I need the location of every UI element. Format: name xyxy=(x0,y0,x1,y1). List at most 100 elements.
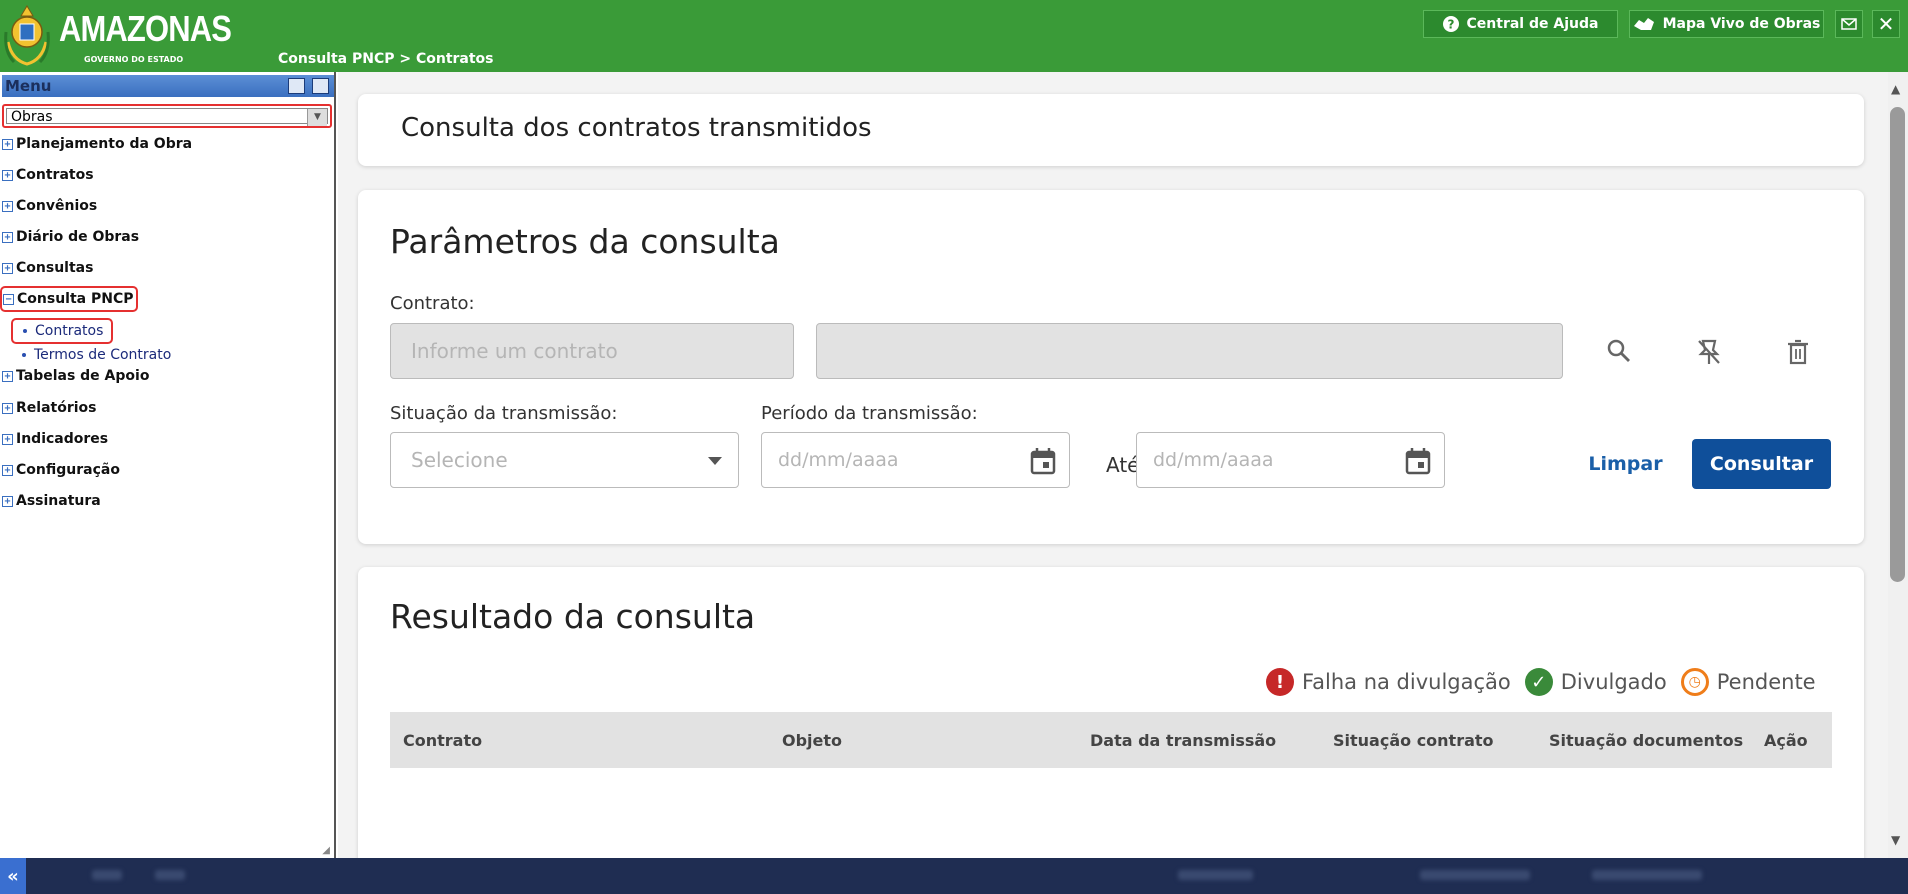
params-title: Parâmetros da consulta xyxy=(390,222,780,261)
sidebar-item-planejamento[interactable]: + Planejamento da Obra xyxy=(2,134,192,154)
consult-button[interactable]: Consultar xyxy=(1692,439,1831,489)
redacted-info xyxy=(1420,870,1530,880)
calendar-icon[interactable] xyxy=(1030,447,1056,475)
expand-left-icon[interactable]: « xyxy=(0,858,26,894)
close-button[interactable]: ✕ xyxy=(1872,10,1900,38)
help-center-label: Central de Ajuda xyxy=(1466,16,1599,32)
sidebar-item-label: Planejamento da Obra xyxy=(16,136,193,152)
expand-icon[interactable]: + xyxy=(2,370,13,382)
bullet-icon xyxy=(22,353,26,357)
results-table-header: Contrato Objeto Data da transmissão Situ… xyxy=(390,712,1832,768)
redacted-info xyxy=(92,870,122,880)
trash-icon[interactable] xyxy=(1786,338,1810,366)
module-select-value: Obras xyxy=(11,109,53,125)
amazonas-logo[interactable]: AMAZONAS GOVERNO DO ESTADO xyxy=(2,2,232,70)
menu-title: Menu xyxy=(5,77,52,95)
sidebar-item-label: Tabelas de Apoio xyxy=(16,368,150,384)
expand-icon[interactable]: + xyxy=(2,138,13,150)
sidebar: Menu Obras ▼ + Planejamento da Obra + Cont… xyxy=(0,72,336,858)
sidebar-item-diario-de-obras[interactable]: + Diário de Obras xyxy=(2,227,139,247)
live-map-button[interactable]: Mapa Vivo de Obras xyxy=(1629,10,1824,38)
expand-icon[interactable]: + xyxy=(2,433,13,445)
breadcrumb: Consulta PNCP > Contratos xyxy=(278,51,494,67)
expand-icon[interactable]: + xyxy=(2,464,13,476)
expand-icon[interactable]: + xyxy=(2,169,13,181)
help-center-button[interactable]: ? Central de Ajuda xyxy=(1423,10,1618,38)
chevron-down-icon xyxy=(708,457,722,465)
col-situacao-documentos[interactable]: Situação documentos xyxy=(1549,731,1743,750)
col-acao: Ação xyxy=(1764,731,1808,750)
contract-description-input[interactable] xyxy=(816,323,1563,379)
sidebar-item-label: Indicadores xyxy=(16,431,109,447)
date-from-input[interactable]: dd/mm/aaaa xyxy=(761,432,1070,488)
expand-icon[interactable]: + xyxy=(2,200,13,212)
scroll-up-icon[interactable]: ▲ xyxy=(1891,82,1900,96)
date-to-input[interactable]: dd/mm/aaaa xyxy=(1136,432,1445,488)
col-contrato[interactable]: Contrato xyxy=(403,731,482,750)
sidebar-item-convenios[interactable]: + Convênios xyxy=(2,196,97,216)
sidebar-item-consulta-pncp[interactable]: − Consulta PNCP xyxy=(0,286,139,312)
sidebar-item-label: Diário de Obras xyxy=(16,229,140,245)
sidebar-item-assinatura[interactable]: + Assinatura xyxy=(2,491,101,511)
expand-icon[interactable]: + xyxy=(2,402,13,414)
sidebar-subitem-contratos[interactable]: Contratos xyxy=(11,318,114,344)
collapse-icon[interactable]: − xyxy=(3,293,14,305)
until-label: Até xyxy=(1106,453,1140,477)
state-crest-icon xyxy=(4,5,50,66)
clear-button[interactable]: Limpar xyxy=(1568,439,1683,489)
sidebar-item-label: Relatórios xyxy=(16,400,97,416)
detach-menu-icon[interactable] xyxy=(312,78,329,94)
contract-code-input[interactable]: Informe um contrato xyxy=(390,323,794,379)
legend-failure: Falha na divulgação xyxy=(1302,670,1511,694)
sidebar-item-relatorios[interactable]: + Relatórios xyxy=(2,398,97,418)
sidebar-item-label: Assinatura xyxy=(16,493,101,509)
legend-published: Divulgado xyxy=(1560,670,1667,694)
close-icon: ✕ xyxy=(1877,12,1895,36)
top-bar: AMAZONAS GOVERNO DO ESTADO Consulta PNCP… xyxy=(0,0,1908,72)
sidebar-item-tabelas[interactable]: + Tabelas de Apoio xyxy=(2,366,149,386)
situation-select-value: Selecione xyxy=(411,448,508,472)
sidebar-item-label: Configuração xyxy=(16,462,120,478)
check-icon: ✓ xyxy=(1524,668,1553,696)
expand-icon[interactable]: + xyxy=(2,262,13,274)
resize-grip-icon[interactable]: ◢ xyxy=(322,845,330,856)
hand-map-icon xyxy=(1633,18,1654,30)
svg-text:?: ? xyxy=(1447,18,1454,32)
legend: ! Falha na divulgação ✓ Divulgado ◷ Pend… xyxy=(1266,668,1816,696)
exclamation-icon: ! xyxy=(1266,668,1294,696)
mail-icon xyxy=(1841,18,1857,30)
redacted-info xyxy=(1178,870,1253,880)
date-to-placeholder: dd/mm/aaaa xyxy=(1153,449,1274,471)
sidebar-subitem-label: Termos de Contrato xyxy=(34,347,172,363)
chevron-down-icon[interactable]: ▼ xyxy=(307,109,327,126)
sidebar-item-indicadores[interactable]: + Indicadores xyxy=(2,429,108,449)
sidebar-item-consultas[interactable]: + Consultas xyxy=(2,258,93,278)
sidebar-item-configuracao[interactable]: + Configuração xyxy=(2,460,120,480)
unpin-icon[interactable] xyxy=(1696,338,1722,366)
expand-icon[interactable]: + xyxy=(2,231,13,243)
collapse-menu-icon[interactable] xyxy=(288,78,305,94)
search-icon[interactable] xyxy=(1606,338,1632,364)
scroll-down-icon[interactable]: ▼ xyxy=(1891,833,1900,847)
col-situacao-contrato[interactable]: Situação contrato xyxy=(1333,731,1494,750)
sidebar-item-contratos[interactable]: + Contratos xyxy=(2,165,94,185)
situation-select[interactable]: Selecione xyxy=(390,432,739,488)
redacted-info xyxy=(1592,870,1702,880)
expand-icon[interactable]: + xyxy=(2,495,13,507)
sidebar-subitem-termos[interactable]: Termos de Contrato xyxy=(22,346,171,364)
col-data-transmissao[interactable]: Data da transmissão xyxy=(1090,731,1276,750)
sidebar-item-label: Contratos xyxy=(16,167,94,183)
date-from-placeholder: dd/mm/aaaa xyxy=(778,449,899,471)
menu-header: Menu xyxy=(2,75,334,97)
redacted-info xyxy=(155,870,185,880)
sidebar-item-label: Consulta PNCP xyxy=(17,291,134,307)
contract-label: Contrato: xyxy=(390,293,475,314)
mail-button[interactable] xyxy=(1835,10,1863,38)
scroll-thumb[interactable] xyxy=(1890,107,1905,582)
col-objeto[interactable]: Objeto xyxy=(782,731,842,750)
period-label: Período da transmissão: xyxy=(761,403,978,424)
module-select[interactable]: Obras ▼ xyxy=(2,104,332,128)
brand-subtitle: GOVERNO DO ESTADO xyxy=(84,55,184,64)
calendar-icon[interactable] xyxy=(1405,447,1431,475)
title-card: Consulta dos contratos transmitidos xyxy=(358,94,1864,166)
